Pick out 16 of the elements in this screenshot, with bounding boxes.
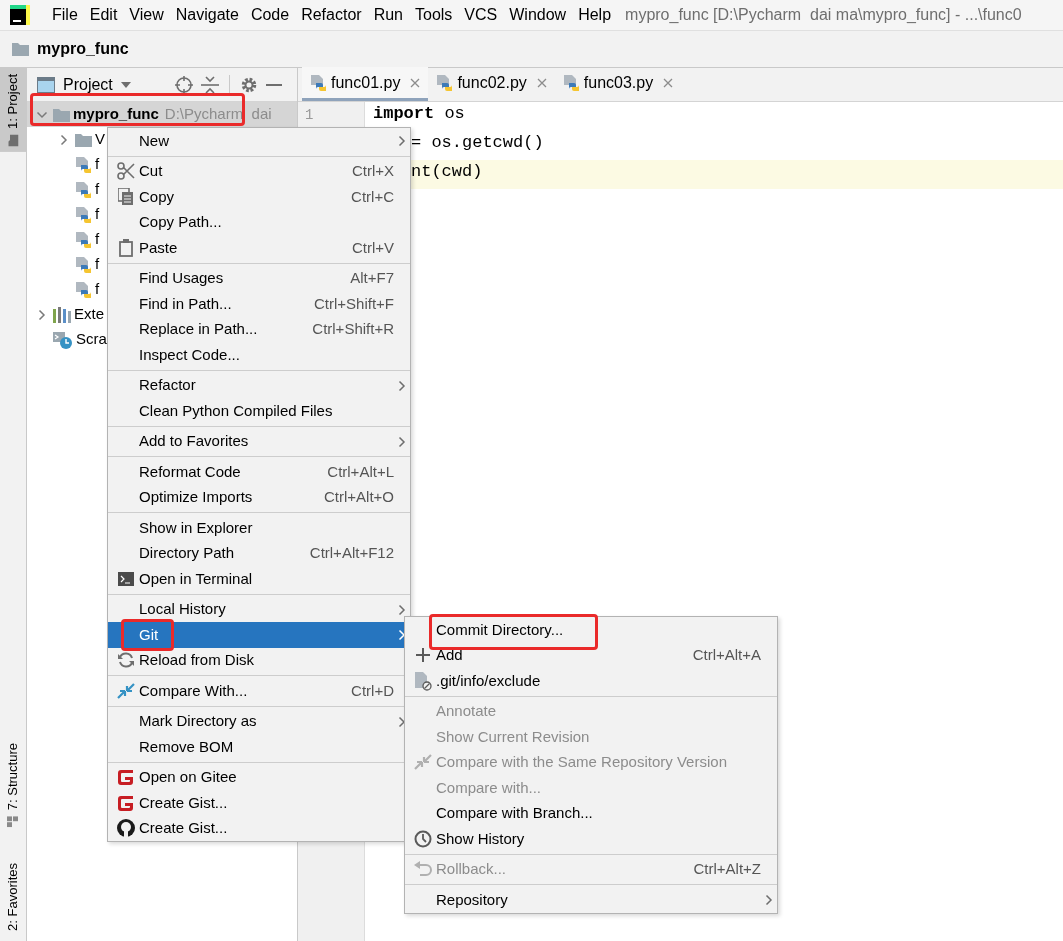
code-line: = os.getcwd() (411, 133, 544, 152)
tree-label: f (95, 179, 100, 200)
tree-label: f (95, 229, 100, 250)
tree-label: Exte (74, 304, 104, 325)
tree-label: f (95, 279, 100, 300)
code-line: import os (373, 104, 465, 123)
window-title: mypro_func [D:\Pycharm dai ma\mypro_func] - ...\func0 (624, 5, 1022, 25)
tree-label: Scra (76, 329, 107, 350)
line-number: 1 (305, 106, 315, 125)
tree-label: f (95, 254, 100, 275)
tree-label: V (95, 129, 105, 150)
tree-label: mypro_func (73, 104, 159, 125)
tree-label: f (95, 204, 100, 225)
code-line: nt(cwd) (411, 162, 483, 181)
tree-label: f (95, 154, 100, 175)
path-label: D:\Pycharm dai (164, 104, 272, 125)
